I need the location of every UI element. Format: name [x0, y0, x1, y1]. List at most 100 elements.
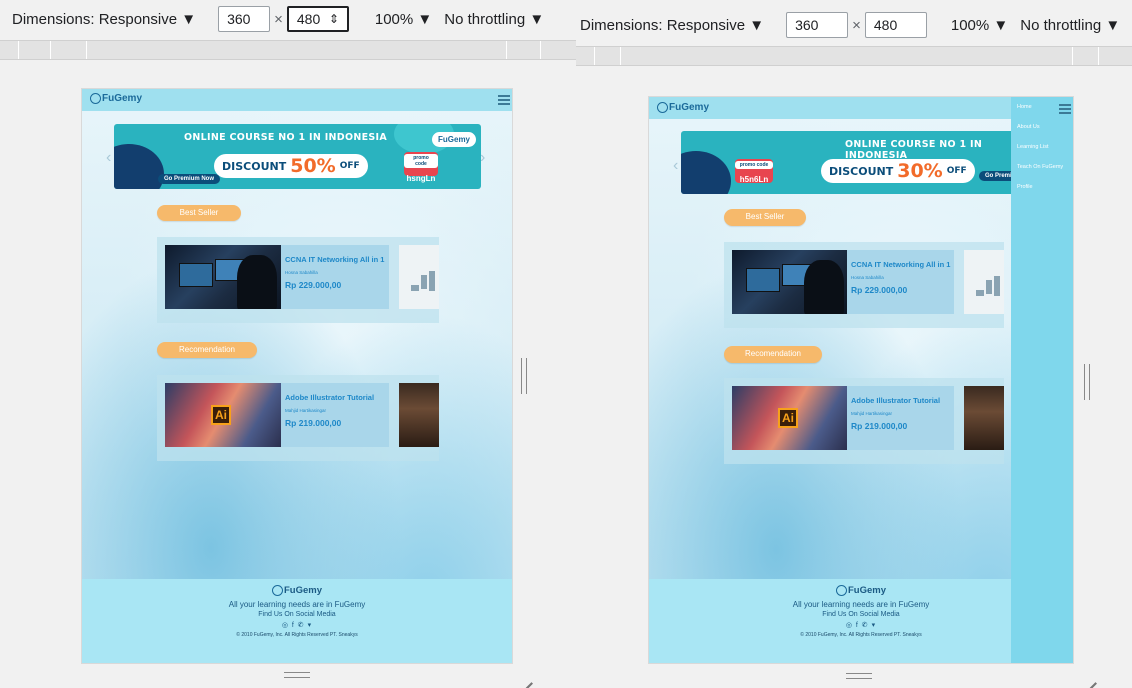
recommendation-label: Recomendation: [157, 342, 257, 358]
course-thumbnail[interactable]: [165, 245, 281, 309]
menu-item-learning-list[interactable]: Learning List: [1017, 144, 1049, 150]
footer-logo[interactable]: FuGemy: [649, 585, 1073, 596]
footer-tagline: All your learning needs are in FuGemy: [228, 600, 366, 609]
chevron-down-icon: ▼: [993, 16, 1009, 34]
height-input[interactable]: 480 ⇕: [286, 6, 349, 32]
resize-handle-right[interactable]: [521, 358, 527, 394]
discount-percent: 30%: [897, 160, 943, 182]
menu-item-about-us[interactable]: About Us: [1017, 124, 1040, 130]
site-logo[interactable]: FuGemy: [657, 102, 709, 113]
device-viewport: FuGemy ‹ ONLINE COURSE NO 1 IN INDONESIA…: [648, 96, 1074, 664]
discount-word: DISCOUNT: [829, 164, 894, 178]
throttling-label: No throttling: [1020, 16, 1102, 34]
next-course-thumbnail[interactable]: [399, 383, 439, 447]
throttling-label: No throttling: [444, 10, 526, 28]
menu-item-profile[interactable]: Profile: [1017, 184, 1033, 190]
right-devtools-pane: Dimensions: Responsive ▼ 360 × 480 100% …: [576, 0, 1132, 688]
zoom-label: 100%: [950, 16, 990, 34]
carousel-prev-arrow[interactable]: ‹: [673, 157, 678, 175]
height-input[interactable]: 480: [864, 12, 927, 38]
spinner-icon[interactable]: ⇕: [329, 12, 339, 26]
course-author: Mahjid Hartikasingar: [285, 408, 327, 413]
footer-logo-text: FuGemy: [847, 585, 886, 596]
social-icons[interactable]: ◎ f ✆ ▾: [649, 621, 1073, 629]
course-thumbnail[interactable]: Ai: [165, 383, 281, 447]
course-thumbnail[interactable]: [732, 250, 847, 314]
chevron-down-icon: ▼: [181, 10, 197, 28]
logo-text: FuGemy: [102, 93, 143, 104]
promo-banner[interactable]: ONLINE COURSE NO 1 IN INDONESIA DISCOUNT…: [681, 131, 1046, 194]
promo-code: h5n6Ln: [739, 175, 769, 184]
resize-corner-icon[interactable]: [1082, 670, 1097, 688]
course-price: Rp 229.000,00: [285, 280, 342, 290]
course-price: Rp 219.000,00: [851, 421, 908, 431]
go-premium-button[interactable]: Go Premium Now: [158, 174, 221, 184]
width-input[interactable]: 360: [218, 6, 271, 32]
chevron-down-icon: ▼: [417, 10, 433, 28]
resize-corner-icon[interactable]: [518, 670, 533, 688]
course-title[interactable]: Adobe Illustrator Tutorial: [285, 393, 374, 402]
height-value: 480: [296, 11, 321, 27]
footer-social-label: Find Us On Social Media: [822, 611, 900, 618]
chevron-down-icon: ▼: [1105, 16, 1121, 34]
nav-drawer: Home About Us Learning List Teach On FuG…: [1011, 97, 1073, 663]
carousel-prev-arrow[interactable]: ‹: [106, 149, 111, 167]
resize-handle-right[interactable]: [1084, 364, 1090, 400]
best-seller-label: Best Seller: [724, 209, 806, 226]
menu-item-home[interactable]: Home: [1017, 104, 1032, 110]
logo-icon: [271, 585, 283, 596]
best-seller-carousel: CCNA IT Networking All in 1 Hosna Sabahi…: [157, 237, 439, 323]
discount-pill: DISCOUNT 30% OFF: [821, 159, 975, 183]
footer: FuGemy All your learning needs are in Fu…: [82, 579, 512, 663]
promo-code-badge: promo code h5n6Ln: [735, 159, 773, 184]
device-toolbar: Dimensions: Responsive ▼ 360 × 480 100% …: [576, 6, 1132, 44]
logo-text: FuGemy: [669, 102, 710, 113]
course-info[interactable]: Adobe Illustrator Tutorial Mahjid Hartik…: [281, 383, 389, 447]
navbar: FuGemy: [82, 89, 512, 111]
resize-handle-bottom[interactable]: [846, 673, 872, 679]
times-icon: ×: [852, 16, 861, 34]
throttling-dropdown[interactable]: No throttling ▼: [1020, 17, 1120, 34]
promo-banner[interactable]: ONLINE COURSE NO 1 IN INDONESIA DISCOUNT…: [114, 124, 481, 189]
footer-logo-text: FuGemy: [283, 585, 322, 596]
next-course-thumbnail[interactable]: [964, 250, 1004, 314]
next-course-thumbnail[interactable]: [399, 245, 439, 309]
course-info[interactable]: CCNA IT Networking All in 1 Hosna Sabahi…: [281, 245, 389, 309]
course-title[interactable]: Adobe Illustrator Tutorial: [851, 396, 940, 405]
discount-pill: DISCOUNT 50% OFF: [214, 154, 368, 178]
promo-label: promo code: [404, 154, 438, 168]
recommendation-carousel: Ai Adobe Illustrator Tutorial Mahjid Har…: [157, 375, 439, 461]
throttling-dropdown[interactable]: No throttling ▼: [444, 11, 544, 28]
course-title[interactable]: CCNA IT Networking All in 1: [285, 255, 384, 264]
logo-icon: [835, 585, 847, 596]
site-logo[interactable]: FuGemy: [90, 93, 142, 104]
zoom-dropdown[interactable]: 100% ▼: [375, 11, 432, 28]
discount-percent: 50%: [290, 155, 336, 177]
dimensions-dropdown[interactable]: Dimensions: Responsive ▼: [12, 11, 196, 28]
course-author: Hosna Sabahilla: [285, 270, 318, 275]
course-title[interactable]: CCNA IT Networking All in 1: [851, 260, 950, 269]
discount-off: OFF: [339, 161, 360, 171]
logo-icon: [657, 102, 668, 113]
banner-decoration: [114, 144, 164, 189]
course-thumbnail[interactable]: Ai: [732, 386, 847, 450]
course-info[interactable]: CCNA IT Networking All in 1 Hosna Sabahi…: [847, 250, 954, 314]
media-query-ruler[interactable]: [0, 40, 576, 60]
hamburger-menu-icon[interactable]: [1059, 104, 1071, 114]
resize-handle-bottom[interactable]: [284, 672, 310, 678]
course-info[interactable]: Adobe Illustrator Tutorial Mahjid Hartik…: [847, 386, 954, 450]
course-price: Rp 219.000,00: [285, 418, 342, 428]
banner-logo: FuGemy: [432, 132, 477, 147]
footer-logo[interactable]: FuGemy: [82, 585, 512, 596]
dimensions-dropdown[interactable]: Dimensions: Responsive ▼: [580, 17, 764, 34]
social-icons[interactable]: ◎ f ✆ ▾: [82, 621, 512, 629]
menu-item-teach[interactable]: Teach On FuGemy: [1017, 164, 1063, 170]
navbar: FuGemy: [649, 97, 1073, 119]
next-course-thumbnail[interactable]: [964, 386, 1004, 450]
discount-word: DISCOUNT: [222, 159, 287, 173]
width-input[interactable]: 360: [786, 12, 849, 38]
media-query-ruler[interactable]: [576, 46, 1132, 66]
hamburger-menu-icon[interactable]: [498, 95, 510, 105]
promo-label: promo code: [735, 161, 773, 169]
zoom-dropdown[interactable]: 100% ▼: [951, 17, 1008, 34]
